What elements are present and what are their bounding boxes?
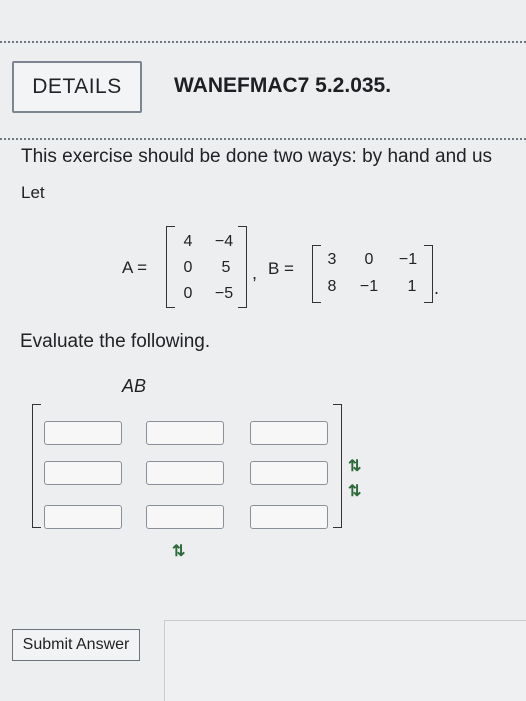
matrix-b-cell: −1 (359, 278, 379, 295)
expression-label: AB (122, 376, 147, 396)
answer-cell-r2c2[interactable] (146, 461, 224, 485)
answer-cell-r2c1[interactable] (44, 461, 122, 485)
let-label: Let (21, 183, 45, 202)
matrix-a-cell: 4 (183, 233, 193, 250)
matrix-b-cell: 8 (327, 278, 337, 295)
column-resize-arrows-icon[interactable]: ⇅ (172, 544, 185, 560)
answer-right-bracket (333, 404, 342, 528)
add-row-arrow-icon[interactable]: ⇅ (348, 459, 361, 475)
matrix-b-cell: 1 (407, 278, 417, 295)
answer-cell-r1c1[interactable] (44, 421, 122, 445)
matrix-a-label: A = (122, 258, 148, 277)
matrix-b-cell: 3 (327, 251, 337, 268)
matrix-b-label: B = (268, 259, 294, 278)
answer-cell-r1c2[interactable] (146, 421, 224, 445)
submit-answer-button[interactable]: Submit Answer (12, 629, 140, 661)
exercise-instructions: This exercise should be done two ways: b… (21, 146, 493, 167)
matrix-a-cell: 0 (183, 285, 193, 302)
answer-cell-r1c3[interactable] (250, 421, 328, 445)
top-divider (0, 41, 526, 43)
answer-cell-r3c2[interactable] (146, 505, 224, 529)
matrix-a-cell: 0 (183, 259, 193, 276)
answer-cell-r2c3[interactable] (250, 461, 328, 485)
remove-row-arrow-icon[interactable]: ⇅ (348, 484, 361, 500)
end-period: . (434, 278, 440, 298)
matrix-a-cell: −5 (214, 285, 234, 302)
details-button[interactable]: DETAILS (12, 61, 142, 113)
matrix-b-right-bracket (424, 245, 433, 303)
problem-code: WANEFMAC7 5.2.035. (174, 74, 392, 97)
section-divider (0, 138, 526, 140)
answer-cell-r3c1[interactable] (44, 505, 122, 529)
matrix-a-cell: 5 (221, 259, 231, 276)
matrix-a-cell: −4 (214, 233, 234, 250)
matrix-b-cell: 0 (364, 251, 374, 268)
matrix-separator-comma: , (252, 263, 258, 283)
evaluate-instruction: Evaluate the following. (20, 331, 211, 352)
matrix-a-right-bracket (238, 226, 247, 308)
answer-cell-r3c3[interactable] (250, 505, 328, 529)
answer-left-bracket (32, 404, 41, 528)
footer-panel (164, 620, 526, 701)
matrix-b-cell: −1 (398, 251, 418, 268)
